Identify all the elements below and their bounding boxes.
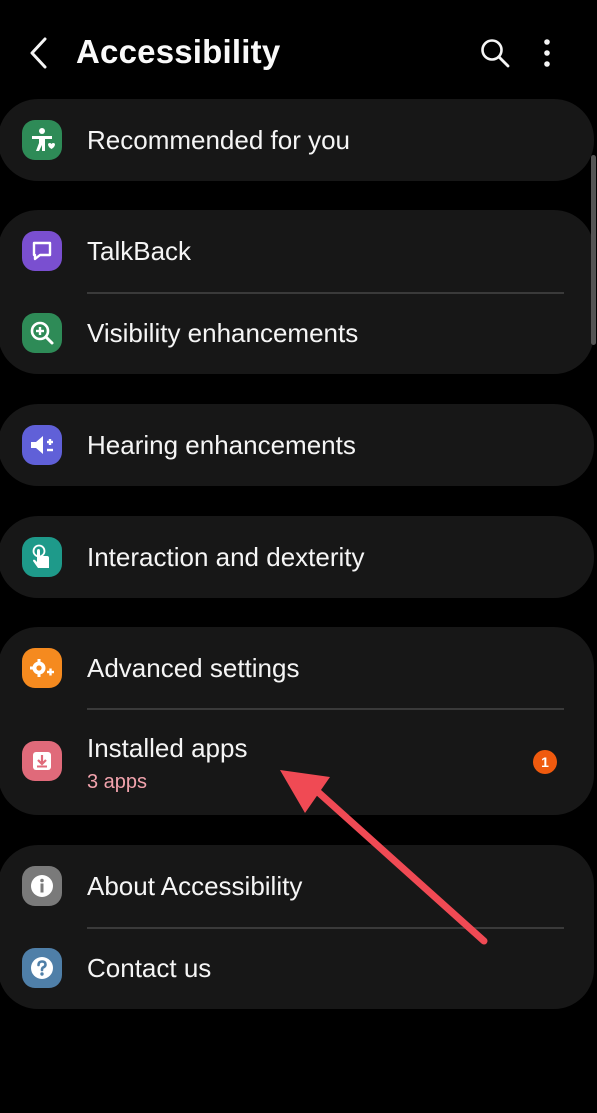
- search-icon[interactable]: [479, 37, 511, 69]
- list-item-visibility[interactable]: Visibility enhancements: [0, 292, 594, 374]
- card-about: About Accessibility Contact us: [0, 845, 594, 1009]
- gears-plus-icon: [22, 648, 62, 688]
- info-icon: [22, 866, 62, 906]
- list-item-advanced[interactable]: Advanced settings: [0, 627, 594, 709]
- accessibility-person-icon: [22, 120, 62, 160]
- list-item-talkback[interactable]: TalkBack: [0, 210, 594, 292]
- card-vision: TalkBack Visibility enhancements: [0, 210, 594, 374]
- installed-apps-count: 3 apps: [87, 771, 148, 793]
- list-item-interaction[interactable]: Interaction and dexterity: [0, 516, 594, 598]
- more-vertical-icon[interactable]: [536, 38, 558, 68]
- list-item-recommended[interactable]: Recommended for you: [0, 99, 594, 181]
- talkback-label: TalkBack: [87, 236, 192, 266]
- list-item-about[interactable]: About Accessibility: [0, 845, 594, 927]
- magnifier-plus-icon: [22, 313, 62, 353]
- hearing-label: Hearing enhancements: [87, 430, 356, 460]
- chevron-left-icon[interactable]: [26, 36, 54, 70]
- contact-label: Contact us: [87, 953, 212, 983]
- list-item-hearing[interactable]: Hearing enhancements: [0, 404, 594, 486]
- scrollbar[interactable]: [591, 155, 596, 345]
- card-advanced: Advanced settings Installed apps 3 apps …: [0, 627, 594, 815]
- about-label: About Accessibility: [87, 871, 303, 901]
- page-title: Accessibility: [76, 33, 281, 70]
- list-item-installed-apps[interactable]: Installed apps 3 apps 1: [0, 709, 594, 815]
- app-bar: Accessibility: [0, 0, 597, 100]
- touch-hand-icon: [22, 537, 62, 577]
- download-tray-icon: [22, 741, 62, 781]
- installed-apps-label: Installed apps: [87, 733, 248, 763]
- question-icon: [22, 948, 62, 988]
- card-interaction: Interaction and dexterity: [0, 516, 594, 598]
- card-recommended: Recommended for you: [0, 99, 594, 181]
- card-hearing: Hearing enhancements: [0, 404, 594, 486]
- advanced-label: Advanced settings: [87, 653, 300, 683]
- interaction-label: Interaction and dexterity: [87, 542, 365, 572]
- speaker-plus-icon: [22, 425, 62, 465]
- notification-badge: 1: [533, 750, 557, 774]
- recommended-label: Recommended for you: [87, 125, 351, 155]
- talkback-message-icon: [22, 231, 62, 271]
- visibility-label: Visibility enhancements: [87, 318, 359, 348]
- list-item-contact[interactable]: Contact us: [0, 927, 594, 1009]
